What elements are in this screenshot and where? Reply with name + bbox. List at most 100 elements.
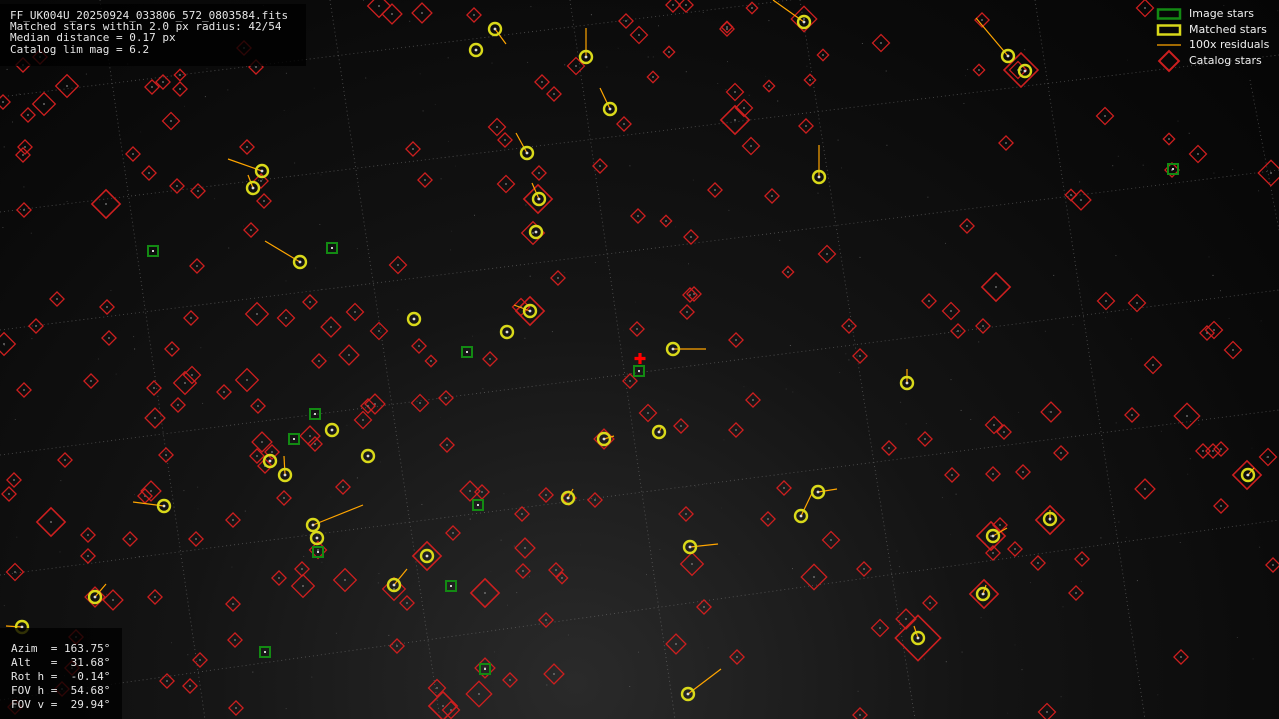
sky-noise-speck xyxy=(590,14,592,16)
catalog-star-dot xyxy=(260,180,262,182)
catalog-star-dot xyxy=(378,5,380,7)
catalog-star-dot xyxy=(957,330,959,332)
catalog-star-dot xyxy=(1197,153,1199,155)
sky-noise-speck xyxy=(363,0,364,1)
sky-noise-speck xyxy=(768,20,770,22)
catalog-star-dot xyxy=(23,389,25,391)
sky-noise-speck xyxy=(346,424,348,426)
legend-label: Matched stars xyxy=(1189,23,1267,36)
sky-noise-speck xyxy=(440,416,442,418)
catalog-star-dot xyxy=(625,20,627,22)
catalog-star-dot xyxy=(302,585,304,587)
sky-noise-speck xyxy=(789,345,791,346)
sky-noise-speck xyxy=(861,43,863,44)
sky-noise-speck xyxy=(1142,164,1144,166)
catalog-star-dot xyxy=(599,165,601,167)
plate-view[interactable]: FF_UK004U_20250924_033806_572_0803584.fi… xyxy=(0,0,1279,719)
catalog-star-dot xyxy=(557,277,559,279)
catalog-star-dot xyxy=(532,232,534,234)
legend-label: Image stars xyxy=(1189,7,1254,20)
catalog-star-dot xyxy=(879,627,881,629)
sky-noise-speck xyxy=(60,480,62,482)
sky-noise-speck xyxy=(1117,155,1119,157)
sky-noise-speck xyxy=(905,423,907,425)
sky-noise-speck xyxy=(900,401,902,403)
image-star-core xyxy=(484,668,486,670)
field-center-marker xyxy=(634,353,646,364)
sky-noise-speck xyxy=(12,121,13,123)
catalog-star-marker xyxy=(1257,159,1279,187)
catalog-star-dot xyxy=(905,618,907,620)
sky-noise-speck xyxy=(629,165,631,167)
sky-noise-speck xyxy=(817,192,819,194)
catalog-star-dot xyxy=(418,345,420,347)
catalog-star-dot xyxy=(524,547,526,549)
catalog-star-dot xyxy=(442,705,444,707)
catalog-star-dot xyxy=(689,294,691,296)
catalog-star-dot xyxy=(1070,194,1072,196)
star-field[interactable] xyxy=(0,0,1279,719)
matched-star-core xyxy=(537,197,541,201)
sky-noise-speck xyxy=(1080,581,1082,583)
sky-noise-speck xyxy=(204,96,206,98)
catalog-star-dot xyxy=(1080,199,1082,201)
sky-noise-speck xyxy=(409,20,411,22)
sky-noise-speck xyxy=(115,373,117,375)
image-star-core xyxy=(638,370,640,372)
catalog-star-dot xyxy=(150,490,152,492)
catalog-star-dot xyxy=(362,419,364,421)
sky-noise-speck xyxy=(594,262,596,263)
catalog-star-dot xyxy=(767,518,769,520)
catalog-star-dot xyxy=(734,91,736,93)
sky-noise-speck xyxy=(134,494,135,496)
catalog-star-dot xyxy=(171,348,173,350)
image-star-core xyxy=(317,551,319,553)
sky-noise-speck xyxy=(617,47,619,49)
sky-noise-speck xyxy=(1115,255,1117,257)
catalog-star-dot xyxy=(637,215,639,217)
matched-star-core xyxy=(474,48,478,52)
catalog-star-dot xyxy=(575,65,577,67)
catalog-star-dot xyxy=(1104,115,1106,117)
sky-noise-speck xyxy=(396,442,398,444)
sky-noise-speck xyxy=(685,71,687,73)
catalog-star-dot xyxy=(736,656,738,658)
matched-star-core xyxy=(330,428,334,432)
sky-noise-speck xyxy=(1060,696,1062,698)
sky-noise-speck xyxy=(765,75,767,77)
sky-noise-speck xyxy=(252,671,254,673)
catalog-star-marker xyxy=(665,0,681,13)
sky-noise-speck xyxy=(197,486,199,488)
catalog-star-dot xyxy=(561,577,563,579)
catalog-star-dot xyxy=(750,145,752,147)
sky-noise-speck xyxy=(419,73,421,75)
catalog-star-dot xyxy=(675,643,677,645)
catalog-star-dot xyxy=(1180,656,1182,658)
sky-noise-speck xyxy=(320,289,322,291)
catalog-star-dot xyxy=(929,602,931,604)
matched-star-core xyxy=(991,534,995,538)
catalog-star-dot xyxy=(509,679,511,681)
sky-noise-speck xyxy=(925,423,927,424)
sky-noise-speck xyxy=(955,493,957,495)
matched-star-core xyxy=(412,317,416,321)
sky-noise-speck xyxy=(1048,411,1050,413)
catalog-star-dot xyxy=(768,85,770,87)
legend-matched-stars: Matched stars xyxy=(1150,23,1279,37)
grid-line xyxy=(569,0,676,719)
sky-noise-speck xyxy=(474,214,475,216)
catalog-star-dot xyxy=(995,286,997,288)
fov-horizontal-readout: FOV h = 54.68° xyxy=(11,684,111,697)
sky-noise-speck xyxy=(1007,712,1009,714)
catalog-star-dot xyxy=(436,687,438,689)
matched-star-core xyxy=(657,430,661,434)
sky-noise-speck xyxy=(1125,536,1127,538)
catalog-star-dot xyxy=(190,317,192,319)
sky-noise-speck xyxy=(651,710,653,712)
matched-star-core xyxy=(162,504,166,508)
sky-noise-speck xyxy=(200,347,202,349)
sky-noise-speck xyxy=(1079,181,1081,183)
catalog-star-dot xyxy=(743,107,745,109)
catalog-star-dot xyxy=(783,487,785,489)
sky-noise-speck xyxy=(1136,580,1138,582)
